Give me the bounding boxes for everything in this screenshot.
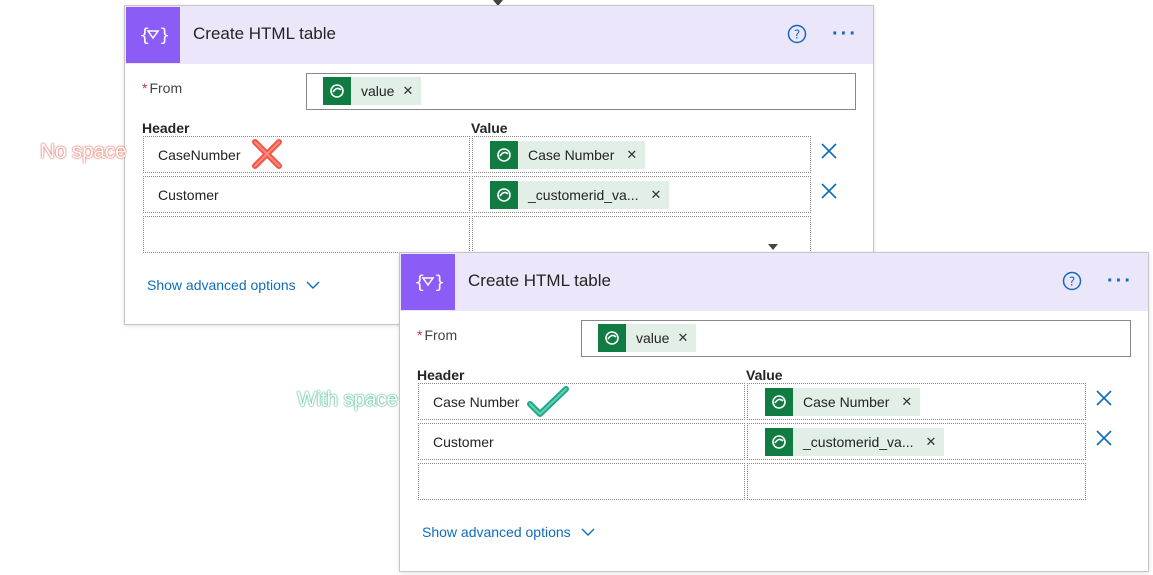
value-column-label: Value bbox=[746, 367, 783, 383]
svg-text:{: { bbox=[414, 272, 425, 293]
header-cell-empty[interactable] bbox=[143, 216, 470, 253]
value-cell[interactable]: _customerid_va... ✕ bbox=[472, 176, 811, 213]
customerid-token[interactable]: _customerid_va... ✕ bbox=[490, 181, 670, 209]
chevron-down-icon bbox=[306, 281, 320, 289]
chevron-down-icon bbox=[581, 528, 595, 536]
help-circle-icon[interactable]: ? bbox=[787, 24, 807, 44]
card-title: Create HTML table bbox=[468, 271, 611, 290]
variable-braces-icon: { } bbox=[401, 254, 455, 310]
card-header[interactable]: { } Create HTML table ? ··· bbox=[400, 253, 1148, 311]
svg-text:?: ? bbox=[1069, 275, 1075, 289]
connector-arrow bbox=[768, 244, 778, 250]
header-cell[interactable]: Case Number bbox=[418, 383, 745, 420]
help-circle-icon[interactable]: ? bbox=[1062, 271, 1082, 291]
no-space-annotation: No space bbox=[40, 140, 127, 163]
close-icon[interactable] bbox=[1095, 429, 1113, 447]
card-title: Create HTML table bbox=[193, 24, 336, 43]
close-icon[interactable] bbox=[820, 142, 838, 160]
svg-text:}: } bbox=[434, 272, 443, 293]
dataverse-icon bbox=[765, 388, 793, 416]
token-remove-icon[interactable]: ✕ bbox=[651, 187, 662, 203]
value-cell-empty[interactable] bbox=[472, 216, 811, 253]
from-label: * From bbox=[142, 80, 183, 96]
from-input[interactable]: value ✕ bbox=[581, 320, 1131, 357]
customerid-token[interactable]: _customerid_va... ✕ bbox=[765, 428, 945, 456]
close-icon[interactable] bbox=[820, 182, 838, 200]
case-number-token[interactable]: Case Number ✕ bbox=[765, 388, 921, 416]
svg-text:{: { bbox=[139, 25, 150, 46]
card-header[interactable]: { } Create HTML table ? ··· bbox=[125, 6, 873, 64]
header-cell[interactable]: CaseNumber bbox=[143, 136, 470, 173]
value-token[interactable]: value ✕ bbox=[323, 77, 422, 105]
token-remove-icon[interactable]: ✕ bbox=[926, 434, 937, 450]
close-icon[interactable] bbox=[1095, 389, 1113, 407]
ellipsis-icon[interactable]: ··· bbox=[832, 24, 858, 44]
variable-braces-icon: { } bbox=[126, 7, 180, 63]
from-label: * From bbox=[417, 327, 458, 343]
token-remove-icon[interactable]: ✕ bbox=[677, 330, 688, 346]
red-cross-icon bbox=[250, 138, 284, 175]
token-remove-icon[interactable]: ✕ bbox=[626, 147, 637, 163]
show-advanced-options-link[interactable]: Show advanced options bbox=[422, 524, 595, 540]
header-cell[interactable]: Customer bbox=[143, 176, 470, 213]
with-space-annotation: With space bbox=[297, 388, 398, 411]
value-cell[interactable]: Case Number ✕ bbox=[747, 383, 1086, 420]
svg-text:}: } bbox=[159, 25, 168, 46]
dataverse-icon bbox=[765, 428, 793, 456]
header-cell[interactable]: Customer bbox=[418, 423, 745, 460]
dataverse-icon bbox=[490, 141, 518, 169]
header-cell-empty[interactable] bbox=[418, 463, 745, 500]
ellipsis-icon[interactable]: ··· bbox=[1107, 271, 1133, 291]
value-cell[interactable]: _customerid_va... ✕ bbox=[747, 423, 1086, 460]
dataverse-icon bbox=[323, 77, 351, 105]
create-html-table-card-2: { } Create HTML table ? ··· *From value … bbox=[399, 252, 1149, 572]
value-cell[interactable]: Case Number ✕ bbox=[472, 136, 811, 173]
token-remove-icon[interactable]: ✕ bbox=[402, 83, 413, 99]
header-column-label: Header bbox=[142, 120, 190, 136]
case-number-token[interactable]: Case Number ✕ bbox=[490, 141, 646, 169]
from-input[interactable]: value ✕ bbox=[306, 73, 856, 110]
svg-text:?: ? bbox=[794, 28, 800, 42]
value-column-label: Value bbox=[471, 120, 508, 136]
show-advanced-options-link[interactable]: Show advanced options bbox=[147, 277, 320, 293]
dataverse-icon bbox=[598, 324, 626, 352]
header-column-label: Header bbox=[417, 367, 465, 383]
value-token[interactable]: value ✕ bbox=[598, 324, 697, 352]
dataverse-icon bbox=[490, 181, 518, 209]
value-cell-empty[interactable] bbox=[747, 463, 1086, 500]
token-remove-icon[interactable]: ✕ bbox=[901, 394, 912, 410]
green-check-icon bbox=[526, 384, 570, 425]
